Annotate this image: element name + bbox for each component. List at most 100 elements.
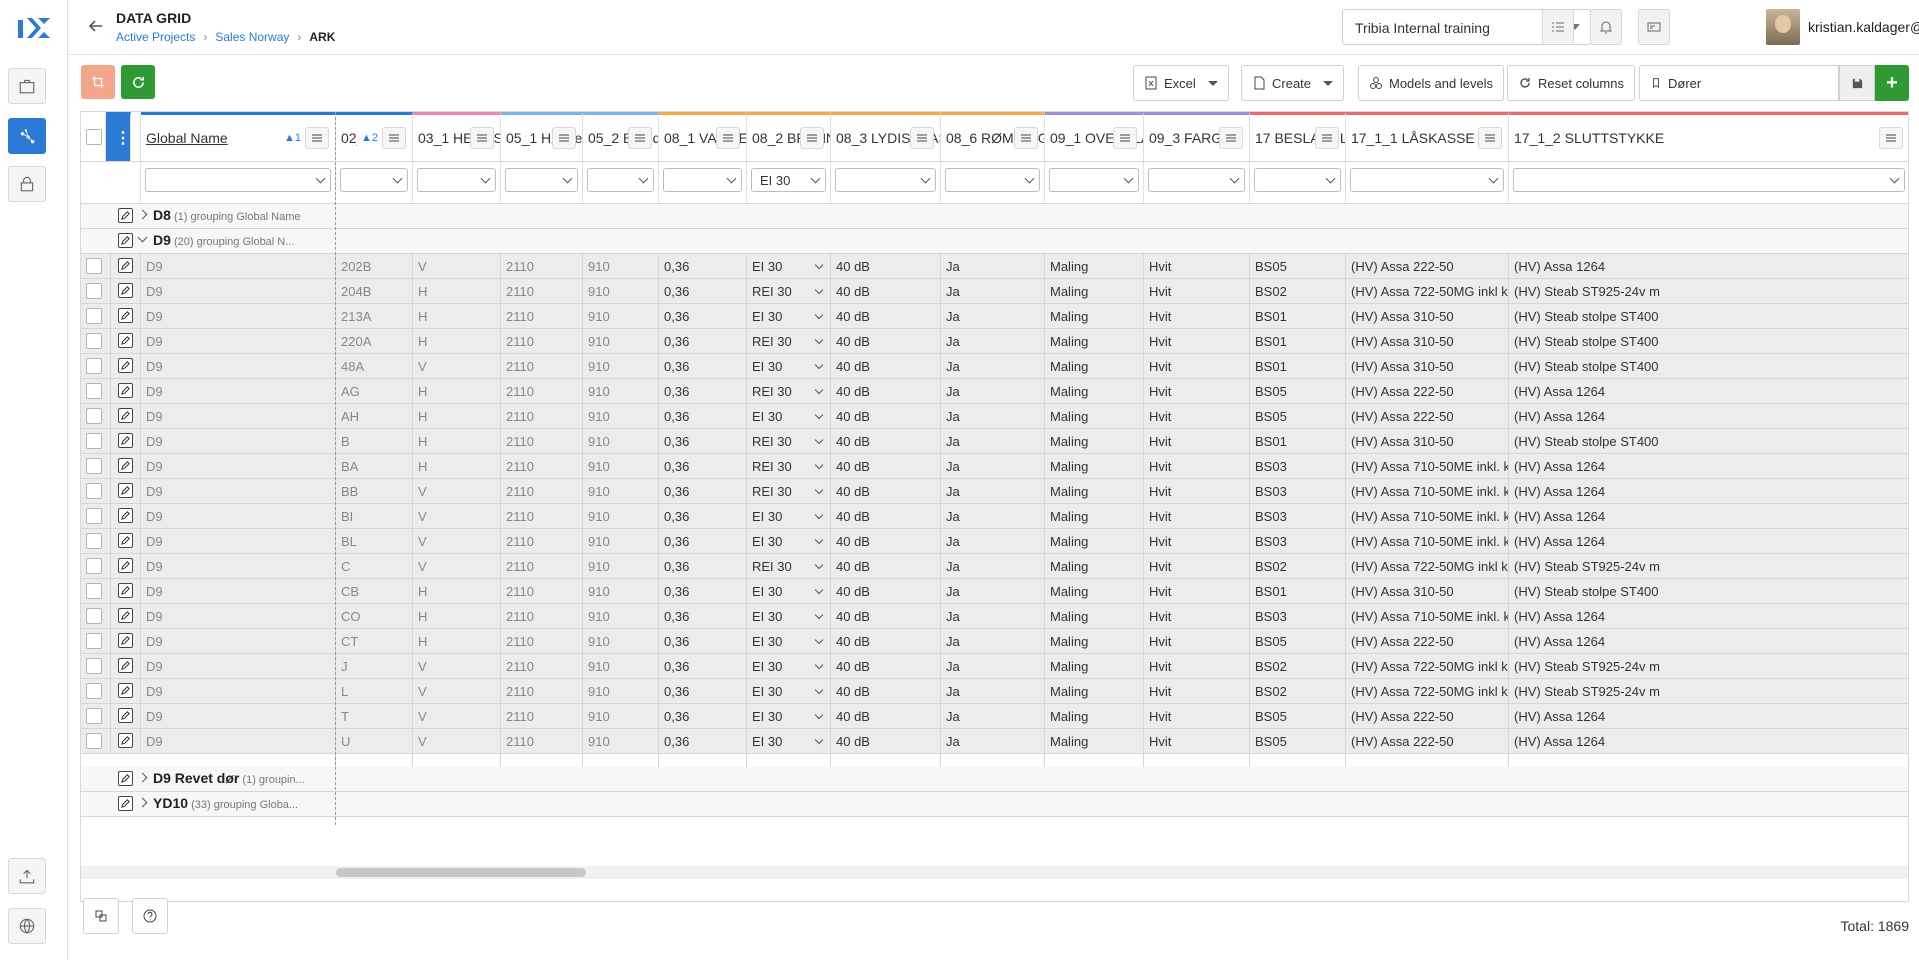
column-header[interactable]: 17_1_1 LÅSKASSE	[1346, 112, 1509, 162]
edit-icon[interactable]	[118, 233, 133, 248]
crop-icon[interactable]	[81, 65, 115, 99]
column-header[interactable]: 03_1 HENGSLING	[413, 112, 501, 162]
column-header[interactable]: 08_6 RØMNINGSDØR	[941, 112, 1045, 162]
saved-filter-field[interactable]	[1639, 65, 1839, 101]
edit-icon[interactable]	[118, 483, 133, 498]
column-header[interactable]: 02_1 NUMMER▲2	[336, 112, 413, 162]
edit-icon[interactable]	[118, 258, 133, 273]
column-filter-select[interactable]	[1350, 168, 1504, 192]
column-filter-select[interactable]	[1254, 168, 1341, 192]
group-row[interactable]: D9 (20) grouping Global N...	[81, 229, 1908, 254]
table-cell[interactable]: REI 30	[747, 479, 831, 504]
saved-filter-input[interactable]	[1668, 75, 1828, 91]
edit-icon[interactable]	[118, 408, 133, 423]
edit-icon[interactable]	[118, 533, 133, 548]
column-filter-select[interactable]	[417, 168, 496, 192]
help-icon[interactable]	[132, 898, 168, 934]
column-menu-header[interactable]: ⋮	[106, 112, 131, 162]
edit-icon[interactable]	[118, 771, 133, 786]
briefcase-icon[interactable]	[8, 68, 46, 104]
table-row[interactable]: D9 48A V 2110 910 0,36 EI 30 40 dB Ja Maling Hvit B…	[81, 354, 1908, 379]
edit-icon[interactable]	[118, 796, 133, 811]
column-filter-select[interactable]	[145, 168, 331, 192]
row-checkbox[interactable]	[86, 258, 102, 274]
lock-icon[interactable]	[8, 166, 46, 202]
user-menu[interactable]: kristian.kaldager@tri...	[1766, 8, 1919, 46]
table-cell[interactable]: EI 30	[747, 704, 831, 729]
breadcrumb-sales-norway[interactable]: Sales Norway	[215, 30, 289, 44]
edit-icon[interactable]	[118, 583, 133, 598]
table-row[interactable]: D9 202B V 2110 910 0,36 EI 30 40 dB Ja Maling Hvit…	[81, 254, 1908, 279]
excel-button[interactable]: Excel	[1133, 65, 1229, 101]
column-header[interactable]: 08_1 VARMEISOLASJON	[659, 112, 747, 162]
chevron-icon[interactable]	[137, 772, 148, 783]
filter-menu-icon[interactable]	[552, 127, 576, 149]
filter-menu-icon[interactable]	[305, 127, 329, 149]
create-button[interactable]: Create	[1241, 65, 1345, 101]
column-header[interactable]: 09_1 OVERFLATE	[1045, 112, 1144, 162]
filter-menu-icon[interactable]	[470, 127, 494, 149]
back-arrow-icon[interactable]	[86, 16, 106, 36]
edit-icon[interactable]	[118, 733, 133, 748]
filter-menu-icon[interactable]	[382, 127, 406, 149]
row-checkbox[interactable]	[86, 708, 102, 724]
table-cell[interactable]: EI 30	[747, 529, 831, 554]
network-icon[interactable]	[8, 118, 46, 154]
column-header[interactable]: 08_2 BRANNKLASSE	[747, 112, 831, 162]
column-filter-select[interactable]	[1148, 168, 1245, 192]
table-cell[interactable]: EI 30	[747, 304, 831, 329]
edit-icon[interactable]	[118, 308, 133, 323]
column-header[interactable]: 05_1 Høyde	[501, 112, 583, 162]
reset-columns-button[interactable]: Reset columns	[1507, 65, 1635, 101]
card-icon[interactable]	[1638, 9, 1670, 45]
table-row[interactable]: D9 BL V 2110 910 0,36 EI 30 40 dB Ja Maling Hvit BS…	[81, 529, 1908, 554]
table-row[interactable]: D9 C V 2110 910 0,36 REI 30 40 dB Ja Maling Hvit BS…	[81, 554, 1908, 579]
table-cell[interactable]: EI 30	[747, 254, 831, 279]
table-cell[interactable]: EI 30	[747, 629, 831, 654]
table-cell[interactable]: REI 30	[747, 554, 831, 579]
edit-icon[interactable]	[118, 208, 133, 223]
column-filter-select[interactable]	[587, 168, 654, 192]
table-cell[interactable]: EI 30	[747, 354, 831, 379]
edit-icon[interactable]	[118, 433, 133, 448]
table-row[interactable]: D9 CT H 2110 910 0,36 EI 30 40 dB Ja Maling Hvit BS…	[81, 629, 1908, 654]
column-filter-select[interactable]	[340, 168, 408, 192]
column-filter-select[interactable]	[835, 168, 936, 192]
app-logo[interactable]	[16, 14, 52, 42]
table-row[interactable]: D9 T V 2110 910 0,36 EI 30 40 dB Ja Maling Hvit BS0…	[81, 704, 1908, 729]
filter-menu-icon[interactable]	[800, 127, 824, 149]
row-checkbox[interactable]	[86, 333, 102, 349]
row-checkbox[interactable]	[86, 608, 102, 624]
edit-icon[interactable]	[118, 283, 133, 298]
upload-icon[interactable]	[8, 858, 46, 894]
edit-icon[interactable]	[118, 358, 133, 373]
column-header[interactable]: 09_3 FARGE	[1144, 112, 1250, 162]
filter-menu-icon[interactable]	[1879, 127, 1903, 149]
table-cell[interactable]: EI 30	[747, 729, 831, 754]
filter-menu-icon[interactable]	[1478, 127, 1502, 149]
group-row[interactable]: D9 Revet dør (1) groupin...	[81, 767, 1908, 792]
chevron-icon[interactable]	[137, 232, 148, 243]
bell-icon[interactable]	[1590, 9, 1622, 45]
row-checkbox[interactable]	[86, 283, 102, 299]
filter-menu-icon[interactable]	[910, 127, 934, 149]
row-checkbox[interactable]	[86, 383, 102, 399]
table-row[interactable]: D9 213A H 2110 910 0,36 EI 30 40 dB Ja Maling Hvit…	[81, 304, 1908, 329]
table-cell[interactable]: REI 30	[747, 329, 831, 354]
refresh-icon[interactable]	[121, 65, 155, 99]
row-checkbox[interactable]	[86, 633, 102, 649]
column-filter-select[interactable]	[945, 168, 1040, 192]
column-filter-select[interactable]	[505, 168, 578, 192]
table-row[interactable]: D9 U V 2110 910 0,36 EI 30 40 dB Ja Maling Hvit BS0…	[81, 729, 1908, 754]
row-checkbox[interactable]	[86, 308, 102, 324]
edit-icon[interactable]	[118, 658, 133, 673]
edit-icon[interactable]	[118, 608, 133, 623]
table-cell[interactable]: EI 30	[747, 654, 831, 679]
column-filter-select[interactable]	[1049, 168, 1139, 192]
add-icon[interactable]: +	[1875, 65, 1909, 101]
table-cell[interactable]: EI 30	[747, 579, 831, 604]
table-row[interactable]: D9 BA H 2110 910 0,36 REI 30 40 dB Ja Maling Hvit B…	[81, 454, 1908, 479]
row-checkbox[interactable]	[86, 683, 102, 699]
column-header[interactable]: 08_3 LYDISOLASJON	[831, 112, 941, 162]
filter-menu-icon[interactable]	[1113, 127, 1137, 149]
